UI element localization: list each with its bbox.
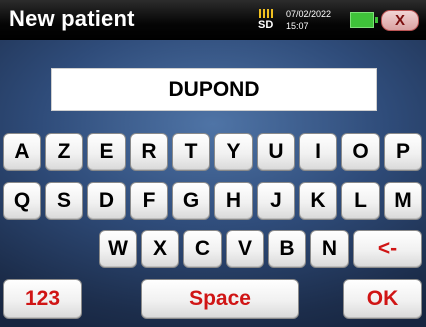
close-button[interactable]: X bbox=[381, 10, 419, 31]
key-q[interactable]: Q bbox=[3, 182, 41, 220]
key-x[interactable]: X bbox=[141, 230, 179, 268]
key-c[interactable]: C bbox=[183, 230, 222, 268]
key-m[interactable]: M bbox=[384, 182, 422, 220]
key-f[interactable]: F bbox=[130, 182, 168, 220]
sd-label: SD bbox=[258, 19, 274, 31]
key-g[interactable]: G bbox=[172, 182, 210, 220]
key-p[interactable]: P bbox=[384, 133, 422, 171]
key-z[interactable]: Z bbox=[45, 133, 83, 171]
key-a[interactable]: A bbox=[3, 133, 41, 171]
key-t[interactable]: T bbox=[172, 133, 210, 171]
key-y[interactable]: Y bbox=[214, 133, 253, 171]
key-o[interactable]: O bbox=[341, 133, 380, 171]
key-d[interactable]: D bbox=[87, 182, 126, 220]
date-display: 07/02/2022 bbox=[286, 9, 332, 19]
backspace-key[interactable]: <- bbox=[353, 230, 422, 268]
key-w[interactable]: W bbox=[99, 230, 137, 268]
key-v[interactable]: V bbox=[226, 230, 264, 268]
key-h[interactable]: H bbox=[214, 182, 253, 220]
battery-icon bbox=[350, 12, 378, 28]
key-i[interactable]: I bbox=[299, 133, 337, 171]
key-r[interactable]: R bbox=[130, 133, 168, 171]
page-title: New patient bbox=[9, 6, 135, 31]
ok-button[interactable]: OK bbox=[343, 279, 422, 319]
patient-name-field[interactable]: DUPOND bbox=[51, 68, 377, 111]
space-key[interactable]: Space bbox=[141, 279, 299, 319]
sd-card-icon: SD bbox=[258, 9, 276, 33]
key-n[interactable]: N bbox=[310, 230, 349, 268]
key-b[interactable]: B bbox=[268, 230, 306, 268]
new-patient-screen: New patient SD 07/02/2022 15:07 X DUPOND… bbox=[0, 0, 426, 327]
time-display: 15:07 bbox=[286, 21, 309, 31]
key-u[interactable]: U bbox=[257, 133, 295, 171]
close-icon: X bbox=[394, 12, 405, 29]
title-bar: New patient SD 07/02/2022 15:07 X bbox=[0, 0, 426, 40]
key-l[interactable]: L bbox=[341, 182, 380, 220]
key-e[interactable]: E bbox=[87, 133, 126, 171]
numbers-key[interactable]: 123 bbox=[3, 279, 82, 319]
key-k[interactable]: K bbox=[299, 182, 337, 220]
key-s[interactable]: S bbox=[45, 182, 83, 220]
key-j[interactable]: J bbox=[257, 182, 295, 220]
